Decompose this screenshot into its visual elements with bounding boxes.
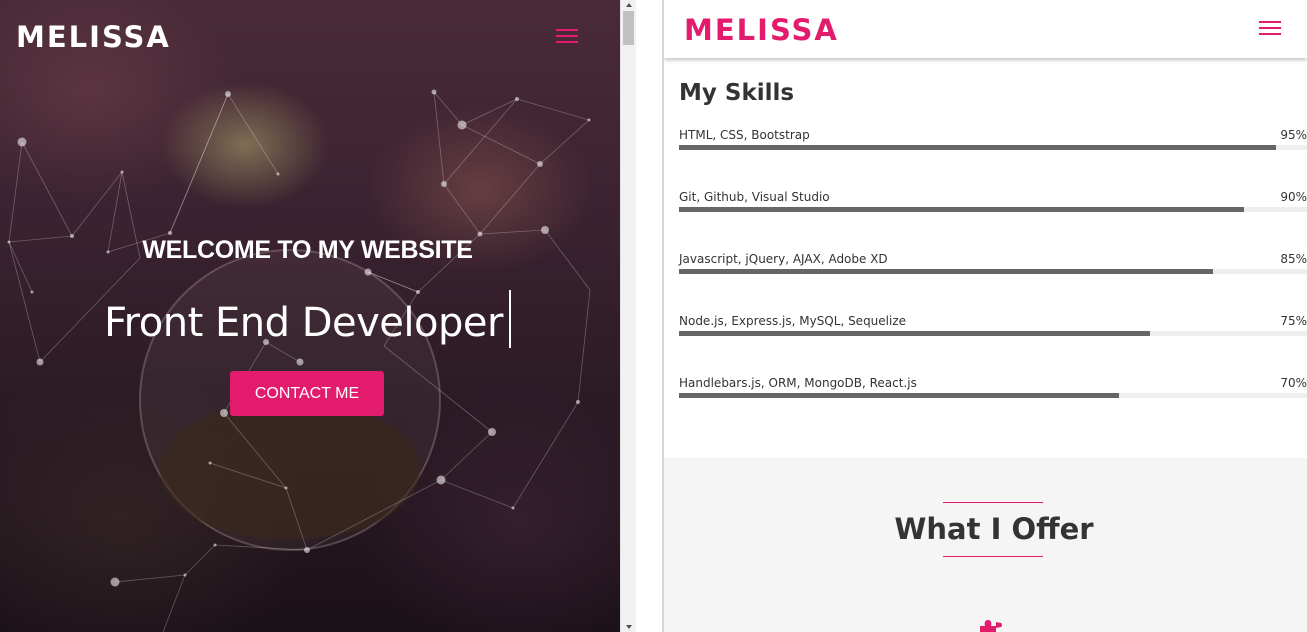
right-pane: MELISSA My Skills HTML, CSS, Bootstrap 9… <box>664 0 1307 632</box>
skill-name: HTML, CSS, Bootstrap <box>679 128 810 142</box>
skill-percent: 70% <box>1280 376 1307 390</box>
welcome-heading: WELCOME TO MY WEBSITE <box>142 236 473 264</box>
skill-name: Javascript, jQuery, AJAX, Adobe XD <box>679 252 888 266</box>
hamburger-bar <box>556 29 578 31</box>
hamburger-bar <box>556 41 578 43</box>
skill-item: Handlebars.js, ORM, MongoDB, React.js 70… <box>679 376 1307 416</box>
skill-progress-fill <box>679 207 1245 212</box>
hamburger-bar <box>1259 27 1281 29</box>
role-typewriter: Front End Developer <box>0 290 615 348</box>
skill-percent: 85% <box>1280 252 1307 266</box>
skill-progress-fill <box>679 269 1213 274</box>
skill-name: Git, Github, Visual Studio <box>679 190 830 204</box>
role-text: Front End Developer <box>104 300 503 346</box>
scroll-up-arrow-icon[interactable] <box>621 0 637 10</box>
orb-soil <box>160 400 420 540</box>
skill-progress-fill <box>679 331 1150 336</box>
skill-item: Git, Github, Visual Studio 90% <box>679 190 1307 230</box>
puzzle-icon <box>980 620 1002 632</box>
skill-percent: 75% <box>1280 314 1307 328</box>
what-i-offer-section: What I Offer <box>664 458 1307 632</box>
site-logo[interactable]: MELISSA <box>16 20 171 54</box>
heading-underline-top <box>943 502 1043 503</box>
skill-item: Javascript, jQuery, AJAX, Adobe XD 85% <box>679 252 1307 292</box>
hamburger-bar <box>1259 21 1281 23</box>
site-logo[interactable]: MELISSA <box>684 13 839 47</box>
skill-progress-track <box>679 269 1307 274</box>
scrollbar-thumb[interactable] <box>623 11 634 45</box>
hamburger-bar <box>1259 33 1281 35</box>
hamburger-icon[interactable] <box>556 29 578 44</box>
hamburger-icon[interactable] <box>1259 21 1281 36</box>
skill-progress-track <box>679 331 1307 336</box>
skill-name: Node.js, Express.js, MySQL, Sequelize <box>679 314 907 328</box>
skill-percent: 95% <box>1280 128 1307 142</box>
offer-heading: What I Offer <box>894 512 1094 546</box>
skill-name: Handlebars.js, ORM, MongoDB, React.js <box>679 376 917 390</box>
skill-item: HTML, CSS, Bootstrap 95% <box>679 128 1307 168</box>
skills-heading: My Skills <box>679 80 795 106</box>
heading-underline-bottom <box>943 556 1043 557</box>
skill-progress-fill <box>679 393 1119 398</box>
window-gap <box>636 0 663 632</box>
skill-progress-track <box>679 393 1307 398</box>
skill-percent: 90% <box>1280 190 1307 204</box>
skill-progress-fill <box>679 145 1276 150</box>
contact-me-button[interactable]: CONTACT ME <box>230 371 384 416</box>
skill-progress-track <box>679 145 1307 150</box>
hamburger-bar <box>556 35 578 37</box>
navbar: MELISSA <box>664 0 1307 58</box>
skill-item: Node.js, Express.js, MySQL, Sequelize 75… <box>679 314 1307 354</box>
scrollbar[interactable] <box>620 0 636 632</box>
typing-cursor <box>508 290 511 348</box>
skill-progress-track <box>679 207 1307 212</box>
hero-section: MELISSA WELCOME TO MY WEBSITE Front End … <box>0 0 620 632</box>
scroll-down-arrow-icon[interactable] <box>621 622 637 632</box>
